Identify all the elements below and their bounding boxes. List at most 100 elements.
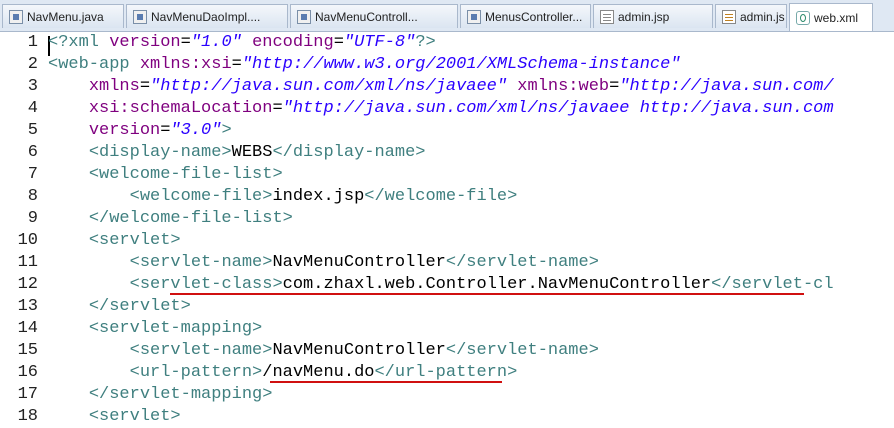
code-text: version="3.0"> [48,120,232,142]
token-val: "1.0" [190,33,242,52]
tab-label: NavMenuControll... [315,9,418,24]
token-tag: </display-name> [272,143,426,162]
code-text: </servlet> [48,296,191,318]
token-tag: <servlet> [88,407,181,426]
tab-label: NavMenuDaoImpl.... [151,9,261,24]
line-number: 10 [17,231,38,250]
line-number: 3 [27,77,38,96]
token-attr: xmlns [88,77,140,96]
token-txt: /navMenu.do [262,363,375,382]
line-number: 1 [27,33,38,52]
tab-5[interactable]: admin.jsp [593,4,713,28]
token-tag: </welcome-file-list> [88,209,293,228]
line-number: 11 [17,253,38,272]
line-number: 13 [17,297,38,316]
token-txt: WEBS [231,143,273,162]
code-text: xmlns = "http://java.sun.com/xml/ns/javaee… [48,76,834,98]
token-tag: </url-pattern> [374,363,518,382]
js-file-icon [722,9,736,24]
token-tag: <?xml [48,33,110,52]
token-tag: </servlet-mapping> [88,385,273,404]
token-attr: xsi:schemaLocation [88,99,273,118]
code-text: </servlet-mapping> [48,384,273,406]
tab-3[interactable]: NavMenuControll... [290,4,458,28]
token-tag: </servlet> [88,297,191,316]
line-number: 9 [27,209,38,228]
tab-1[interactable]: NavMenu.java [2,4,124,28]
token-txt: = [609,77,620,96]
token-tag: </servlet-name> [445,341,599,360]
code-text: <web-app xmlns:xsi="http://www.w3.org/20… [48,54,681,76]
line-number: 15 [17,341,38,360]
token-attr: encoding [252,33,334,52]
line-number: 5 [27,121,38,140]
tab-label: MenusController... [485,9,583,24]
token-txt: index.jsp [272,187,365,206]
code-text: <display-name>WEBS</display-name> [48,142,426,164]
token-tag: <welcome-file-list> [88,165,283,184]
code-text: <servlet> [48,230,181,252]
tab-7[interactable]: web.xml [789,3,873,31]
code-text: <servlet> [48,406,181,428]
token-attr: xmlns:xsi [139,55,232,74]
line-number: 17 [17,385,38,404]
java-file-icon [9,9,23,24]
token-txt: NavMenuController [272,253,446,272]
editor-tab-bar: NavMenu.java NavMenuDaoImpl.... NavMenuCon… [0,0,894,32]
line-number: 6 [27,143,38,162]
line-number: 2 [27,55,38,74]
line-number: 12 [17,275,38,294]
token-attr: version [88,121,161,140]
token-val: "UTF-8" [343,33,416,52]
token-txt: NavMenuController [272,341,446,360]
token-tag: > [221,121,232,140]
code-text: xsi:schemaLocation="http://java.sun.com/… [48,98,834,120]
token-tag: <servlet-name> [129,253,273,272]
token-tag: ?> [415,33,436,52]
java-file-icon [467,9,481,24]
token-attr: xmlns:web [517,77,610,96]
token-val: "http://www.w3.org/2001/XMLSchema-instan… [241,55,681,74]
tab-label: NavMenu.java [27,9,104,24]
java-file-icon [133,9,147,24]
line-number: 7 [27,165,38,184]
token-tag: <servlet-mapping> [88,319,263,338]
token-txt: com.zhaxl.web.Controller.NavMenuControll… [282,275,712,294]
line-number: 18 [17,407,38,426]
code-text: <servlet-name>NavMenuController</servlet… [48,252,599,274]
tab-2[interactable]: NavMenuDaoImpl.... [126,4,288,28]
code-editor[interactable]: 1 <?xml version="1.0" encoding="UTF-8"?> 2… [0,32,894,428]
code-text: <servlet-mapping> [48,318,262,340]
token-tag: <servlet-class> [129,275,283,294]
token-txt: = [272,99,283,118]
token-tag: <servlet-name> [129,341,273,360]
token-txt: = [160,121,171,140]
token-txt: = [231,55,242,74]
tab-label: admin.jsp [618,9,670,24]
java-file-icon [297,9,311,24]
code-text: <?xml version="1.0" encoding="UTF-8"?> [48,32,436,54]
token-val: "http://java.sun.com/xml/ns/javaee" [150,77,508,96]
tab-6[interactable]: admin.js [715,4,787,28]
code-text: <welcome-file>index.jsp</welcome-file> [48,186,518,208]
line-number: 8 [27,187,38,206]
token-val: "http://java.sun.com/xml/ns/javaee http:… [282,99,834,118]
jsp-file-icon [600,9,614,24]
tab-4[interactable]: MenusController... [460,4,591,28]
